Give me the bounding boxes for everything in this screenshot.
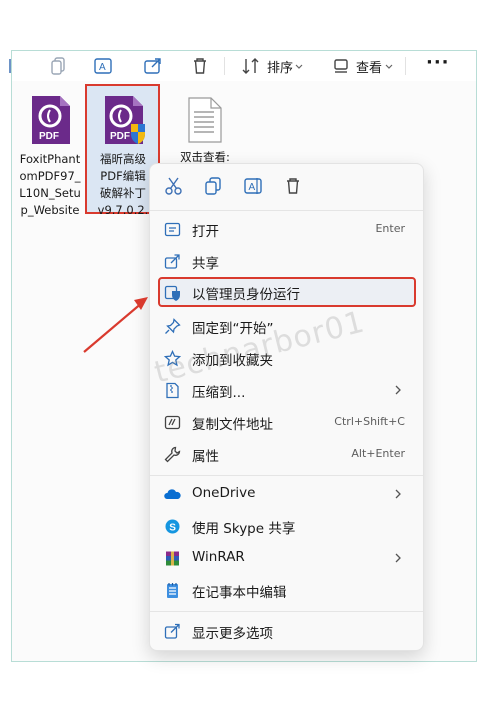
file-name-line: 破解补丁: [100, 186, 146, 200]
toolbar-divider: [405, 57, 406, 75]
delete-icon[interactable]: [189, 55, 211, 77]
menu-item-shortcut: Enter: [375, 222, 405, 235]
sort-button[interactable]: 排序: [267, 57, 293, 76]
menu-item-skype-share[interactable]: S 使用 Skype 共享: [154, 511, 419, 541]
menu-item-shortcut: Ctrl+Shift+C: [334, 415, 405, 428]
chevron-right-icon: [395, 385, 401, 395]
svg-text:A: A: [249, 182, 256, 193]
menu-item-copy-path[interactable]: 复制文件地址 Ctrl+Shift+C: [154, 407, 419, 437]
more-options-button[interactable]: ···: [426, 52, 450, 73]
menu-divider: [150, 475, 423, 476]
rename-icon[interactable]: A: [92, 55, 114, 77]
text-document-icon: [188, 97, 222, 143]
file-name-line: FoxitPhant: [19, 152, 81, 166]
onedrive-icon: [164, 489, 181, 499]
view-icon[interactable]: [330, 55, 352, 77]
sort-icon[interactable]: [240, 55, 262, 77]
menu-item-label: 以管理员身份运行: [192, 287, 300, 303]
open-icon: [164, 222, 181, 237]
foxit-pdf-icon: PDF: [32, 96, 70, 144]
file-name-line: L10N_Setu: [19, 186, 81, 200]
file-item[interactable]: PDF FoxitPhant omPDF97_ L10N_Setu p_Webs…: [16, 94, 84, 219]
svg-text:A: A: [99, 62, 106, 73]
menu-item-open[interactable]: 打开 Enter: [154, 214, 419, 244]
copy-icon[interactable]: [202, 175, 224, 197]
context-menu: A 打开 Enter 共享 以管理员身份运行 固定到“开始” 添加到收藏夹 压缩…: [149, 163, 424, 651]
svg-text:S: S: [169, 523, 176, 534]
menu-item-show-more[interactable]: 显示更多选项: [154, 616, 419, 646]
copy-icon[interactable]: [48, 55, 70, 77]
context-quick-actions: A: [150, 164, 423, 210]
menu-divider: [150, 611, 423, 612]
pin-icon: [165, 318, 181, 334]
chevron-down-icon: [385, 64, 393, 69]
menu-item-shortcut: Alt+Enter: [351, 447, 405, 460]
file-item-selected[interactable]: PDF 福昕高级 PDF编辑 破解补丁 v9.7.0.2.: [88, 94, 158, 219]
delete-icon[interactable]: [282, 175, 304, 197]
menu-divider: [150, 210, 423, 211]
skype-icon: S: [165, 519, 180, 534]
share-icon[interactable]: [142, 55, 164, 77]
winrar-icon: [166, 551, 179, 566]
more-options-icon: [164, 623, 180, 639]
file-item[interactable]: 双击查看:: [170, 96, 240, 166]
menu-item-share[interactable]: 共享: [154, 246, 419, 276]
chevron-right-icon: [395, 489, 401, 499]
wrench-icon: [164, 446, 181, 463]
notepad-icon: [167, 583, 178, 598]
menu-item-label: 在记事本中编辑: [192, 585, 287, 601]
copy-path-icon: [164, 415, 181, 430]
share-icon: [164, 254, 180, 269]
file-name-line: p_Website: [20, 203, 80, 217]
view-button[interactable]: 查看: [356, 57, 382, 76]
menu-item-label: WinRAR: [192, 549, 245, 565]
svg-text:PDF: PDF: [110, 131, 130, 142]
file-name-line: omPDF97_: [19, 169, 81, 183]
menu-item-label: 打开: [192, 224, 219, 240]
rename-icon[interactable]: A: [242, 175, 264, 197]
menu-item-label: 共享: [192, 256, 219, 272]
menu-item-label: 属性: [192, 449, 219, 465]
menu-item-winrar[interactable]: WinRAR: [154, 543, 419, 573]
menu-item-label: 压缩到...: [192, 385, 246, 401]
menu-item-properties[interactable]: 属性 Alt+Enter: [154, 439, 419, 469]
cut-icon[interactable]: [6, 55, 28, 77]
admin-shield-icon: [164, 285, 180, 301]
chevron-down-icon: [295, 64, 303, 69]
file-name-line: 福昕高级: [100, 152, 146, 166]
file-name-line: v9.7.0.2.: [97, 203, 149, 217]
menu-item-label: 使用 Skype 共享: [192, 521, 296, 537]
file-name-line: PDF编辑: [100, 169, 146, 183]
toolbar-divider: [224, 57, 225, 75]
cut-icon[interactable]: [163, 175, 185, 197]
menu-item-label: 复制文件地址: [192, 417, 273, 433]
command-bar: A 排序 查看 ···: [9, 51, 476, 81]
svg-text:PDF: PDF: [39, 131, 59, 142]
menu-item-notepad-edit[interactable]: 在记事本中编辑: [154, 575, 419, 605]
menu-item-label: OneDrive: [192, 485, 256, 501]
menu-item-onedrive[interactable]: OneDrive: [154, 479, 419, 509]
menu-item-run-as-admin[interactable]: 以管理员身份运行: [158, 277, 416, 307]
foxit-pdf-shield-icon: PDF: [105, 96, 145, 144]
menu-item-label: 显示更多选项: [192, 626, 273, 642]
chevron-right-icon: [395, 553, 401, 563]
